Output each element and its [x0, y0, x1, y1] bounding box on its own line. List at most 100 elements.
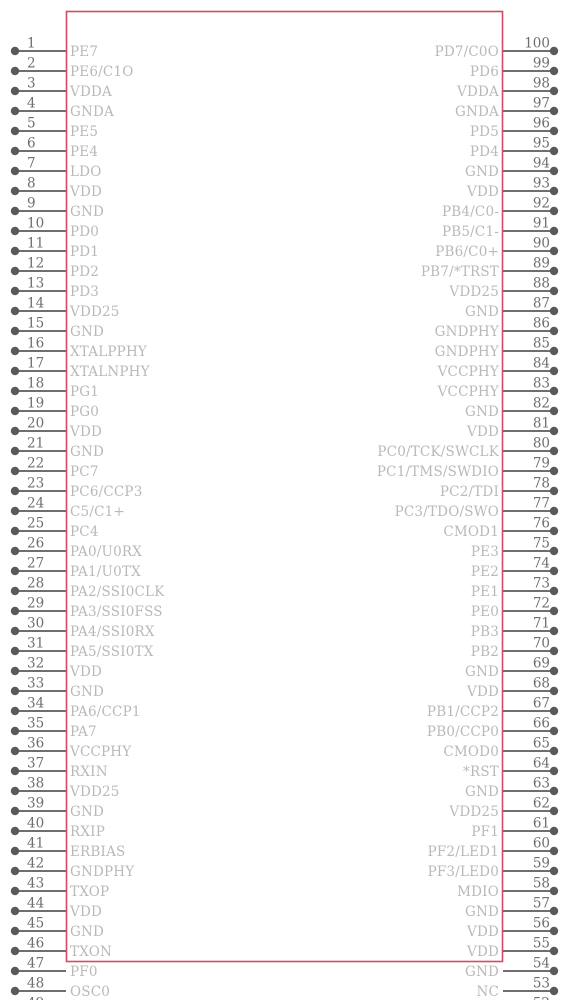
- pin-terminal-dot[interactable]: [10, 426, 20, 436]
- pin-terminal-dot[interactable]: [549, 266, 559, 276]
- pin-terminal-dot[interactable]: [549, 766, 559, 776]
- pin-terminal-dot[interactable]: [549, 46, 559, 56]
- pin-terminal-dot[interactable]: [10, 66, 20, 76]
- pin-terminal-dot[interactable]: [10, 46, 20, 56]
- pin-terminal-dot[interactable]: [10, 306, 20, 316]
- pin-terminal-dot[interactable]: [549, 466, 559, 476]
- pin-terminal-dot[interactable]: [549, 786, 559, 796]
- pin-terminal-dot[interactable]: [549, 126, 559, 136]
- pin-terminal-dot[interactable]: [10, 226, 20, 236]
- pin-terminal-dot[interactable]: [549, 826, 559, 836]
- pin-terminal-dot[interactable]: [10, 806, 20, 816]
- pin-terminal-dot[interactable]: [10, 386, 20, 396]
- pin-terminal-dot[interactable]: [10, 86, 20, 96]
- pin-terminal-dot[interactable]: [10, 186, 20, 196]
- pin-terminal-dot[interactable]: [10, 686, 20, 696]
- pin-terminal-dot[interactable]: [549, 806, 559, 816]
- pin-terminal-dot[interactable]: [549, 146, 559, 156]
- pin-terminal-dot[interactable]: [10, 846, 20, 856]
- pin-terminal-dot[interactable]: [10, 726, 20, 736]
- pin-terminal-dot[interactable]: [10, 586, 20, 596]
- pin-terminal-dot[interactable]: [549, 666, 559, 676]
- pin-terminal-dot[interactable]: [549, 886, 559, 896]
- pin-terminal-dot[interactable]: [549, 706, 559, 716]
- pin-terminal-dot[interactable]: [549, 946, 559, 956]
- pin-terminal-dot[interactable]: [10, 926, 20, 936]
- pin-terminal-dot[interactable]: [549, 726, 559, 736]
- pin[interactable]: 1 PE7: [10, 36, 98, 61]
- pin-terminal-dot[interactable]: [549, 446, 559, 456]
- pin-terminal-dot[interactable]: [10, 146, 20, 156]
- pin-terminal-dot[interactable]: [549, 526, 559, 536]
- pin-terminal-dot[interactable]: [10, 766, 20, 776]
- pin-terminal-dot[interactable]: [549, 646, 559, 656]
- pin-terminal-dot[interactable]: [549, 926, 559, 936]
- pin-terminal-dot[interactable]: [549, 426, 559, 436]
- pin-terminal-dot[interactable]: [549, 366, 559, 376]
- pin-terminal-dot[interactable]: [10, 486, 20, 496]
- pin-terminal-dot[interactable]: [549, 586, 559, 596]
- pin-terminal-dot[interactable]: [10, 406, 20, 416]
- pin-terminal-dot[interactable]: [549, 966, 559, 976]
- pin-terminal-dot[interactable]: [10, 546, 20, 556]
- pin-terminal-dot[interactable]: [549, 486, 559, 496]
- pin-terminal-dot[interactable]: [549, 166, 559, 176]
- pin-terminal-dot[interactable]: [10, 446, 20, 456]
- pin-terminal-dot[interactable]: [549, 106, 559, 116]
- pin-terminal-dot[interactable]: [10, 526, 20, 536]
- pin-terminal-dot[interactable]: [549, 306, 559, 316]
- pin-terminal-dot[interactable]: [549, 986, 559, 996]
- pin-number: 71: [533, 616, 550, 632]
- pin-terminal-dot[interactable]: [10, 366, 20, 376]
- pin-terminal-dot[interactable]: [10, 506, 20, 516]
- pin-terminal-dot[interactable]: [549, 686, 559, 696]
- pin-terminal-dot[interactable]: [10, 986, 20, 996]
- pin-terminal-dot[interactable]: [549, 626, 559, 636]
- pin-terminal-dot[interactable]: [549, 746, 559, 756]
- pin-terminal-dot[interactable]: [10, 106, 20, 116]
- pin-terminal-dot[interactable]: [10, 906, 20, 916]
- pin-name: GNDA: [70, 104, 114, 120]
- pin-terminal-dot[interactable]: [549, 546, 559, 556]
- pin-terminal-dot[interactable]: [10, 166, 20, 176]
- pin-terminal-dot[interactable]: [10, 646, 20, 656]
- pin-terminal-dot[interactable]: [10, 746, 20, 756]
- pin-terminal-dot[interactable]: [549, 566, 559, 576]
- pin-terminal-dot[interactable]: [10, 566, 20, 576]
- pin-terminal-dot[interactable]: [10, 206, 20, 216]
- pin-terminal-dot[interactable]: [549, 506, 559, 516]
- pin-terminal-dot[interactable]: [549, 866, 559, 876]
- pin-name: PD0: [70, 224, 99, 240]
- pin-terminal-dot[interactable]: [549, 86, 559, 96]
- pin-terminal-dot[interactable]: [10, 346, 20, 356]
- pin-terminal-dot[interactable]: [10, 966, 20, 976]
- pin-terminal-dot[interactable]: [10, 326, 20, 336]
- pin-terminal-dot[interactable]: [10, 626, 20, 636]
- pin-terminal-dot[interactable]: [549, 406, 559, 416]
- pin-terminal-dot[interactable]: [10, 826, 20, 836]
- pin-terminal-dot[interactable]: [10, 246, 20, 256]
- pin-terminal-dot[interactable]: [10, 286, 20, 296]
- pin-terminal-dot[interactable]: [549, 386, 559, 396]
- pin-terminal-dot[interactable]: [10, 866, 20, 876]
- pin-terminal-dot[interactable]: [549, 326, 559, 336]
- pin-terminal-dot[interactable]: [549, 206, 559, 216]
- pin-terminal-dot[interactable]: [10, 706, 20, 716]
- pin-terminal-dot[interactable]: [10, 786, 20, 796]
- pin-terminal-dot[interactable]: [10, 666, 20, 676]
- pin-terminal-dot[interactable]: [549, 186, 559, 196]
- pin-terminal-dot[interactable]: [549, 906, 559, 916]
- pin-terminal-dot[interactable]: [549, 66, 559, 76]
- pin-terminal-dot[interactable]: [549, 606, 559, 616]
- pin-terminal-dot[interactable]: [10, 466, 20, 476]
- pin-terminal-dot[interactable]: [10, 946, 20, 956]
- pin-terminal-dot[interactable]: [549, 346, 559, 356]
- pin-terminal-dot[interactable]: [549, 246, 559, 256]
- pin-terminal-dot[interactable]: [549, 226, 559, 236]
- pin-terminal-dot[interactable]: [10, 266, 20, 276]
- pin-terminal-dot[interactable]: [10, 606, 20, 616]
- pin-terminal-dot[interactable]: [10, 886, 20, 896]
- pin-terminal-dot[interactable]: [549, 286, 559, 296]
- pin-terminal-dot[interactable]: [10, 126, 20, 136]
- pin-terminal-dot[interactable]: [549, 846, 559, 856]
